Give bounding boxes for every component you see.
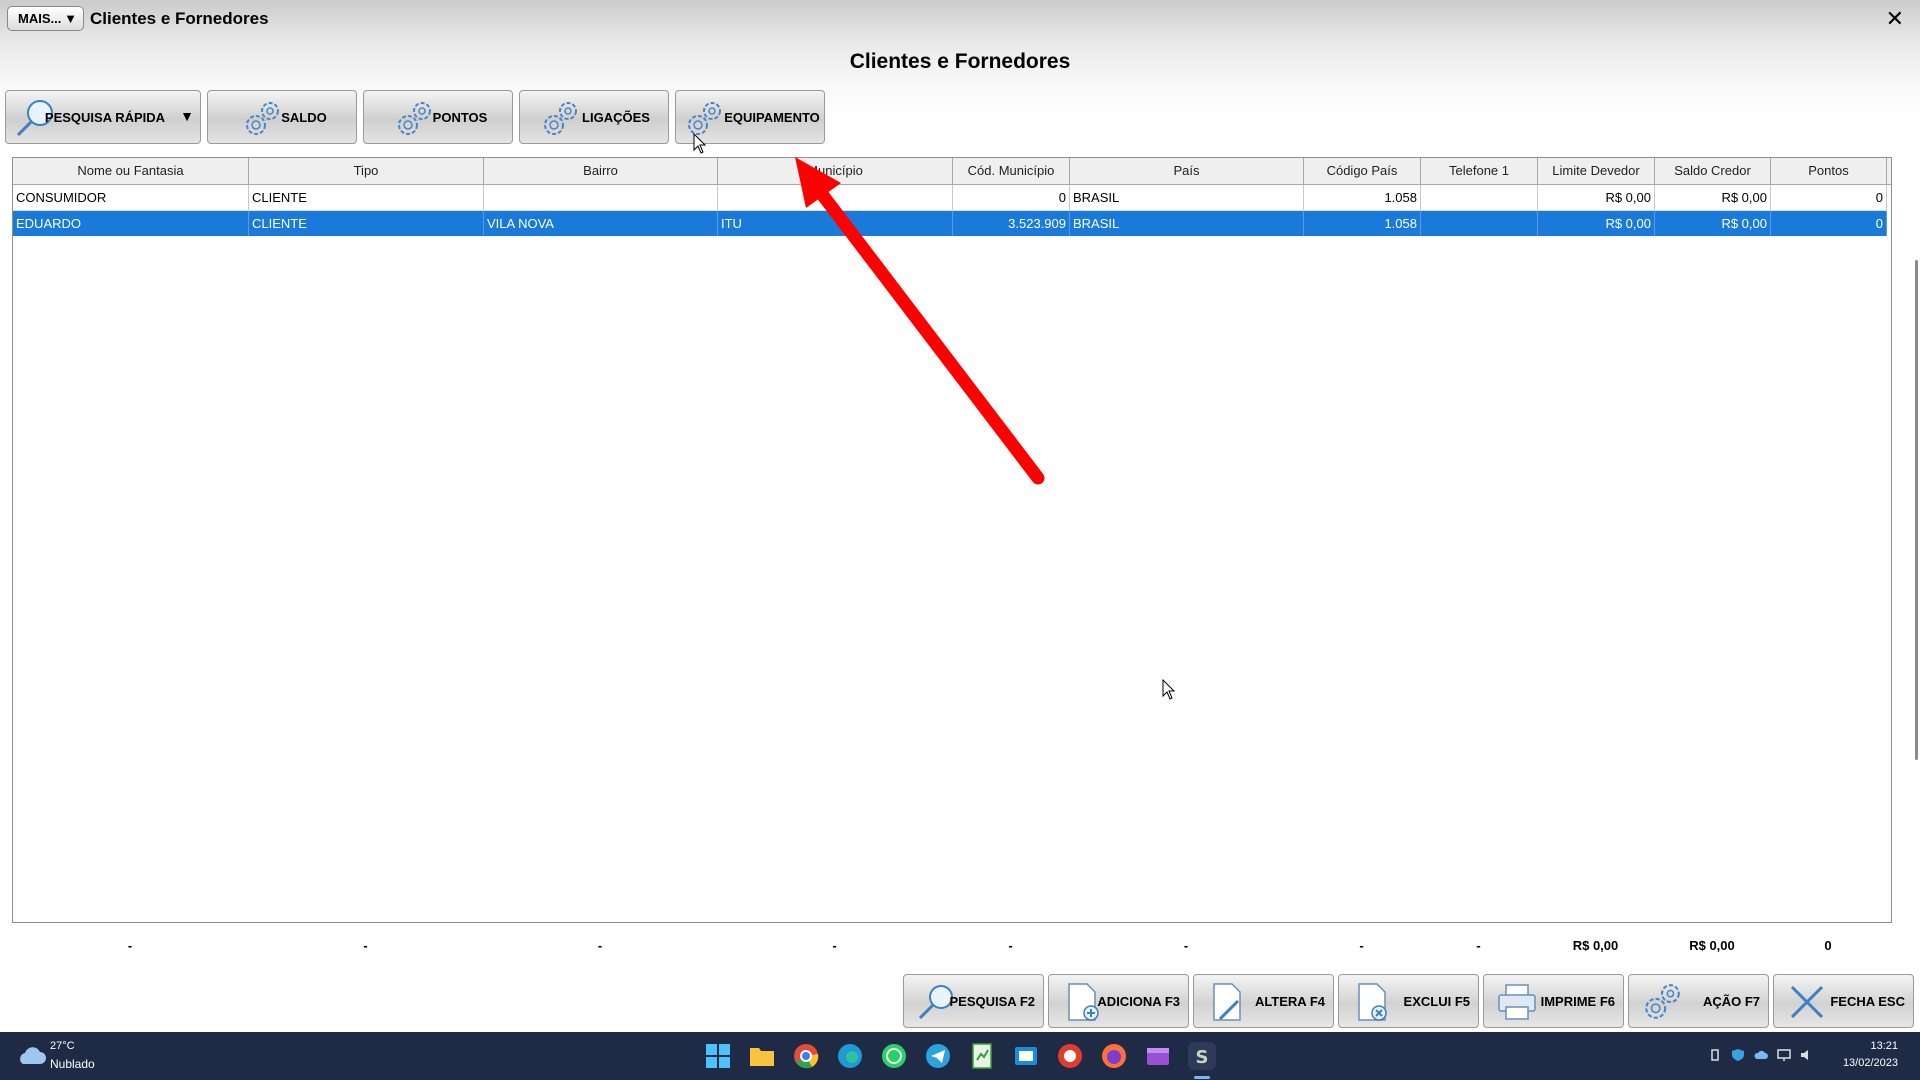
- erp-app-icon[interactable]: S: [1188, 1042, 1216, 1070]
- firefox-icon[interactable]: [1100, 1042, 1128, 1070]
- windows-start-icon[interactable]: [704, 1042, 732, 1070]
- clock-date[interactable]: 13/02/2023: [1843, 1057, 1898, 1069]
- taskbar: 27°C Nublado S 13:21 13/02/2023: [0, 1032, 1920, 1080]
- mouse-cursor-icon: [1162, 679, 1176, 700]
- whatsapp-icon[interactable]: [880, 1042, 908, 1070]
- network-icon[interactable]: [1777, 1048, 1791, 1062]
- telegram-icon[interactable]: [924, 1042, 952, 1070]
- mouse-cursor-icon: [693, 133, 707, 154]
- app-window: MAIS... ▼ Clientes e Fornedores ✕ Client…: [0, 0, 1920, 1032]
- annotation-arrow: [795, 157, 1045, 485]
- svg-text:S: S: [1196, 1047, 1209, 1068]
- cloud-sync-icon[interactable]: [1754, 1048, 1768, 1062]
- security-shield-icon[interactable]: [1731, 1048, 1745, 1062]
- chrome-icon[interactable]: [792, 1042, 820, 1070]
- weather-temperature[interactable]: 27°C: [50, 1040, 75, 1052]
- file-explorer-icon[interactable]: [748, 1042, 776, 1070]
- weather-description[interactable]: Nublado: [50, 1057, 95, 1071]
- edge-icon[interactable]: [836, 1042, 864, 1070]
- app-icon[interactable]: [1056, 1042, 1084, 1070]
- cloud-weather-icon[interactable]: [16, 1044, 46, 1066]
- outlook-icon[interactable]: [1012, 1042, 1040, 1070]
- usb-icon[interactable]: [1708, 1048, 1722, 1062]
- clock-time[interactable]: 13:21: [1870, 1040, 1898, 1052]
- active-app-indicator: [1194, 1076, 1210, 1079]
- volume-icon[interactable]: [1800, 1048, 1814, 1062]
- spreadsheet-icon[interactable]: [968, 1042, 996, 1070]
- video-editor-icon[interactable]: [1144, 1042, 1172, 1070]
